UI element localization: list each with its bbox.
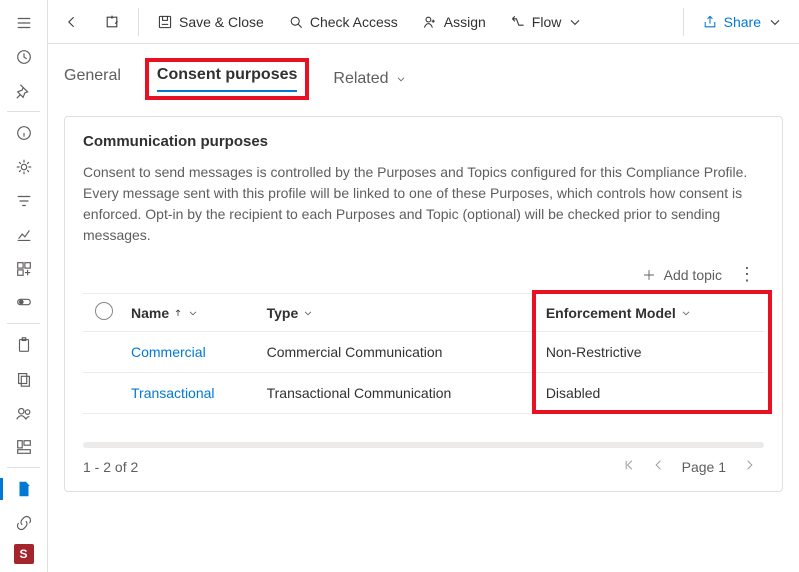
flow-label: Flow [532,14,562,30]
pager-page-label: Page 1 [682,459,726,475]
pager: 1 - 2 of 2 Page 1 [83,458,764,475]
related-label: Related [333,70,388,88]
chevron-down-icon [395,73,407,85]
card-title: Communication purposes [83,133,764,150]
dashboard-icon[interactable] [8,432,40,462]
assign-label: Assign [444,14,486,30]
open-new-button[interactable] [94,10,130,34]
table-row[interactable]: Commercial Commercial Communication Non-… [83,332,764,373]
card-description: Consent to send messages is controlled b… [83,162,764,246]
table-row[interactable]: Transactional Transactional Communicatio… [83,373,764,414]
copy-icon[interactable] [8,364,40,394]
tab-bar: General Consent purposes Related [48,44,799,110]
column-header-enforcement-model[interactable]: Enforcement Model [540,294,764,332]
horizontal-scrollbar[interactable] [83,442,764,448]
purpose-type: Transactional Communication [261,373,540,414]
column-header-name[interactable]: Name [125,294,261,332]
purpose-name-link[interactable]: Commercial [125,332,261,373]
command-bar: Save & Close Check Access Assign Flow Sh… [48,0,799,44]
add-topic-label: Add topic [664,267,722,283]
pager-first-button[interactable] [614,458,644,475]
purpose-enforcement: Disabled [540,373,764,414]
tab-consent-purposes[interactable]: Consent purposes [157,66,297,92]
toggle-icon[interactable] [8,287,40,317]
chevron-down-icon [567,14,583,30]
chart-icon[interactable] [8,220,40,250]
flow-button[interactable]: Flow [500,10,594,34]
tab-general[interactable]: General [64,67,121,91]
grid-icon[interactable] [8,254,40,284]
purpose-type: Commercial Communication [261,332,540,373]
document-icon[interactable] [8,474,40,504]
select-all-header[interactable] [83,294,125,332]
hamburger-icon[interactable] [8,8,40,38]
sort-asc-icon [173,308,183,318]
purposes-table: Name Type [83,293,764,414]
pager-range: 1 - 2 of 2 [83,459,138,475]
left-nav-bar: S [0,0,48,572]
tab-related[interactable]: Related [333,70,406,88]
add-topic-button[interactable]: Add topic [642,267,722,283]
clock-icon[interactable] [8,42,40,72]
save-close-button[interactable]: Save & Close [147,10,274,34]
save-close-label: Save & Close [179,14,264,30]
chevron-down-icon [680,307,692,319]
chevron-down-icon [767,14,783,30]
info-icon[interactable] [8,118,40,148]
people-icon[interactable] [8,398,40,428]
gear-icon[interactable] [8,152,40,182]
communication-purposes-card: Communication purposes Consent to send m… [64,116,783,492]
pager-prev-button[interactable] [644,458,674,475]
link-icon[interactable] [8,508,40,538]
share-button[interactable]: Share [692,10,793,34]
purpose-enforcement: Non-Restrictive [540,332,764,373]
back-button[interactable] [54,10,90,34]
chevron-down-icon [302,307,314,319]
purpose-name-link[interactable]: Transactional [125,373,261,414]
clipboard-icon[interactable] [8,330,40,360]
pin-icon[interactable] [8,76,40,106]
more-commands-button[interactable]: ⋮ [732,264,762,285]
highlight-consent-tab: Consent purposes [145,58,309,100]
share-label: Share [724,14,761,30]
filter-icon[interactable] [8,186,40,216]
app-badge[interactable]: S [14,544,34,564]
check-access-label: Check Access [310,14,398,30]
check-access-button[interactable]: Check Access [278,10,408,34]
column-header-type[interactable]: Type [261,294,540,332]
assign-button[interactable]: Assign [412,10,496,34]
pager-next-button[interactable] [734,458,764,475]
chevron-down-icon [187,307,199,319]
